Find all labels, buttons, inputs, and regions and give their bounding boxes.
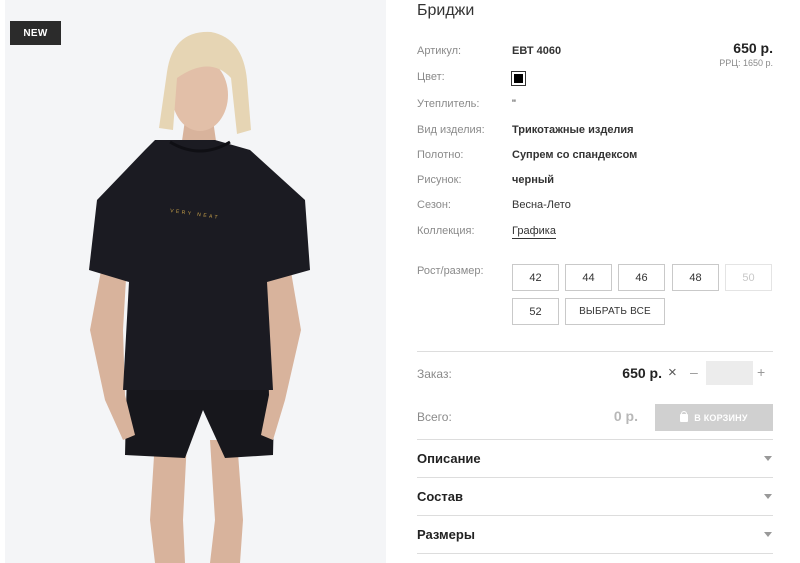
- product-photo[interactable]: VERY NEAT NEW: [5, 0, 386, 563]
- accordion-description-label: Описание: [417, 451, 481, 466]
- fabric-value: Супрем со спандексом: [512, 149, 638, 161]
- type-value: Трикотажные изделия: [512, 124, 634, 136]
- add-to-cart-label: В КОРЗИНУ: [694, 412, 748, 423]
- accordion-composition[interactable]: Состав: [417, 478, 773, 515]
- select-all-sizes-button[interactable]: ВЫБРАТЬ ВСЕ: [565, 298, 665, 325]
- multiply-icon: ×: [668, 364, 677, 381]
- shopping-bag-icon: [680, 410, 689, 422]
- insulation-label: Утеплитель:: [417, 98, 480, 110]
- total-label: Всего:: [417, 410, 452, 424]
- divider: [417, 351, 773, 352]
- chevron-down-icon: [764, 494, 772, 499]
- collection-label: Коллекция:: [417, 225, 475, 237]
- pattern-label: Рисунок:: [417, 174, 462, 186]
- size-option-52[interactable]: 52: [512, 298, 559, 325]
- add-to-cart-button[interactable]: В КОРЗИНУ: [655, 404, 773, 431]
- color-swatch-fill: [514, 74, 523, 83]
- new-badge: NEW: [10, 21, 61, 45]
- size-option-46[interactable]: 46: [618, 264, 665, 291]
- chevron-down-icon: [764, 532, 772, 537]
- type-label: Вид изделия:: [417, 124, 485, 136]
- decrement-button[interactable]: –: [690, 364, 698, 380]
- increment-button[interactable]: +: [757, 364, 765, 380]
- divider: [417, 553, 773, 554]
- product-price: 650 р.: [733, 40, 773, 56]
- article-label: Артикул:: [417, 45, 462, 57]
- collection-link[interactable]: Графика: [512, 225, 556, 239]
- accordion-composition-label: Состав: [417, 489, 463, 504]
- size-option-50: 50: [725, 264, 772, 291]
- color-swatch-black[interactable]: [511, 71, 526, 86]
- accordion-description[interactable]: Описание: [417, 440, 773, 477]
- order-price: 650 р.: [622, 365, 662, 381]
- article-value: ЕВТ 4060: [512, 45, 562, 57]
- accordion-sizes-label: Размеры: [417, 527, 475, 542]
- total-value: 0 р.: [613, 408, 638, 424]
- insulation-value: ": [512, 98, 516, 110]
- quantity-input[interactable]: [706, 361, 753, 385]
- fabric-label: Полотно:: [417, 149, 464, 161]
- size-option-42[interactable]: 42: [512, 264, 559, 291]
- recommended-retail-price: РРЦ: 1650 р.: [719, 58, 773, 68]
- product-title: Бриджи: [417, 2, 475, 19]
- accordion-sizes[interactable]: Размеры: [417, 516, 773, 553]
- pattern-value: черный: [512, 174, 555, 186]
- collection-link-wrapper: Графика: [512, 225, 556, 239]
- model-illustration: VERY NEAT: [5, 0, 386, 563]
- order-label: Заказ:: [417, 367, 452, 381]
- color-label: Цвет:: [417, 71, 445, 83]
- size-option-44[interactable]: 44: [565, 264, 612, 291]
- size-option-48[interactable]: 48: [672, 264, 719, 291]
- season-label: Сезон:: [417, 199, 451, 211]
- chevron-down-icon: [764, 456, 772, 461]
- season-value: Весна-Лето: [512, 199, 571, 211]
- size-label: Рост/размер:: [417, 265, 484, 277]
